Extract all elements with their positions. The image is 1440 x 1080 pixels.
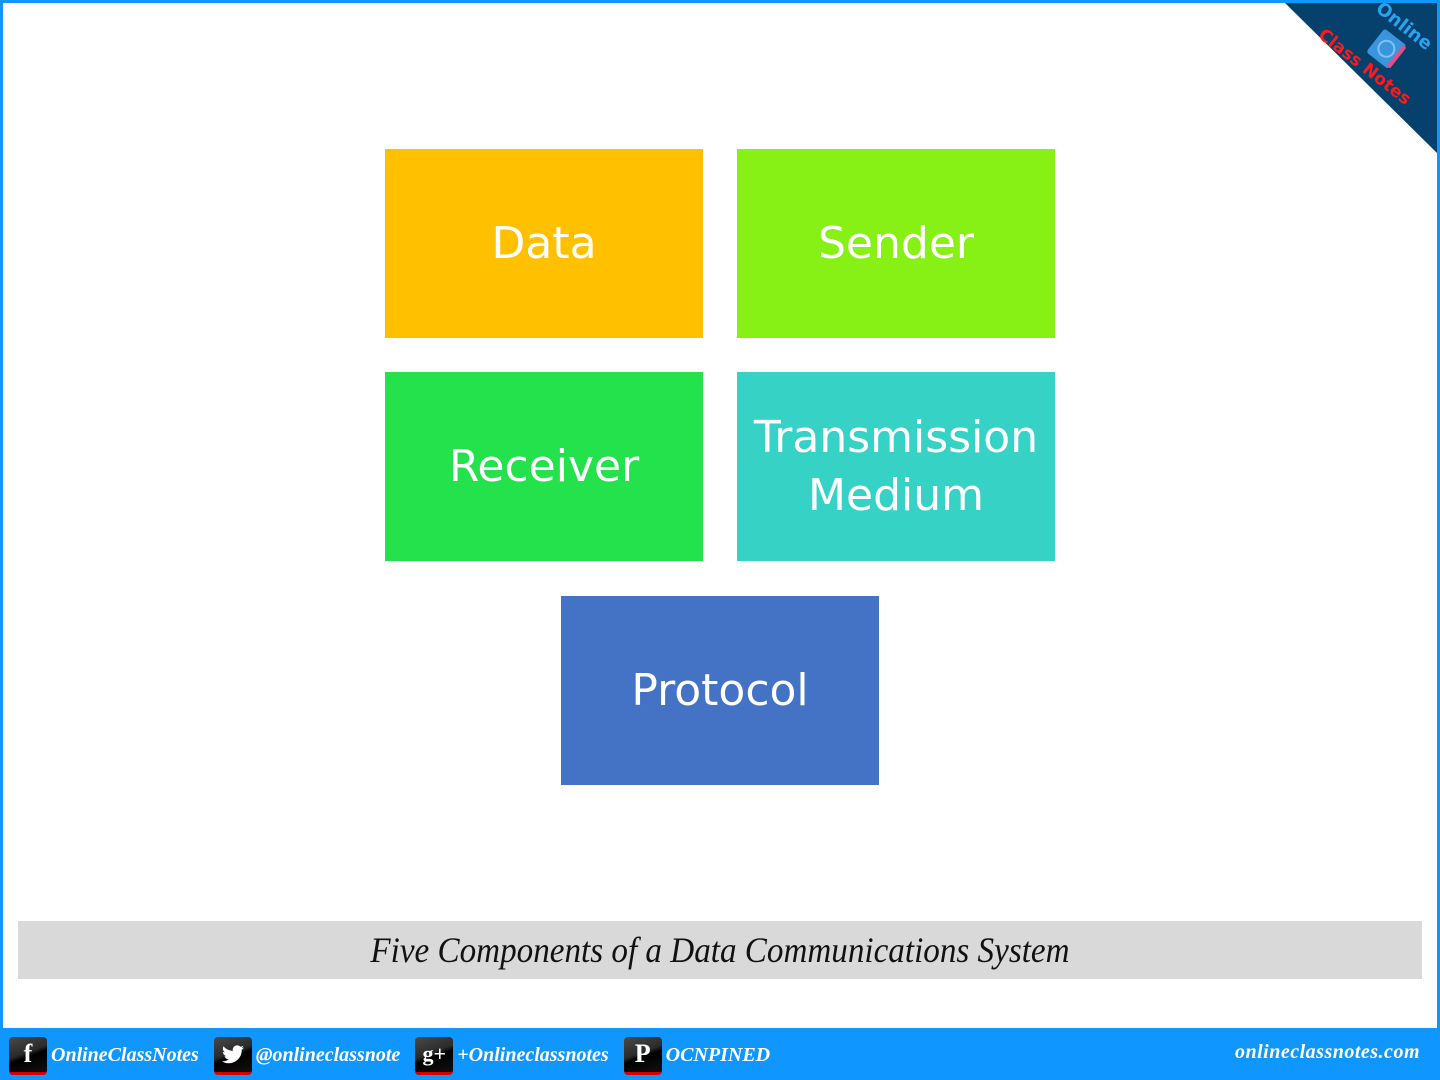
social-label: OCNPINED [665,1044,771,1066]
component-sender: Sender [737,149,1055,338]
social-facebook[interactable]: f OnlineClassNotes [9,1036,199,1075]
component-label: Receiver [448,440,640,492]
social-label: +Onlineclassnotes [457,1044,609,1066]
component-data: Data [385,149,703,338]
component-label: Protocol [631,664,809,716]
website-link[interactable]: onlineclassnotes.com [1235,1041,1420,1064]
pinterest-icon: P [623,1036,662,1075]
social-pinterest[interactable]: P OCNPINED [623,1036,771,1075]
component-protocol: Protocol [561,596,879,785]
google-plus-icon: g+ [415,1036,454,1075]
social-google-plus[interactable]: g+ +Onlineclassnotes [415,1036,609,1075]
social-twitter[interactable]: @onlineclassnote [213,1036,401,1075]
facebook-icon: f [9,1036,47,1075]
social-label: @onlineclassnote [255,1044,401,1066]
caption-bar: Five Components of a Data Communications… [18,921,1422,979]
component-receiver: Receiver [385,372,703,561]
footer-bar: f OnlineClassNotes @onlineclassnote g+ +… [0,1031,1440,1080]
social-label: OnlineClassNotes [51,1044,199,1066]
component-transmission-medium: Transmission Medium [737,372,1055,561]
twitter-bird-glyph [221,1045,244,1064]
slide-frame: Online Class Notes Data Sender Receiver … [3,3,1437,1028]
logo-ribbon-graphic: Online Class Notes [1285,3,1437,153]
online-class-notes-logo: Online Class Notes [1247,3,1437,153]
component-label: Sender [818,217,974,269]
diagram-caption: Five Components of a Data Communications… [370,930,1070,970]
component-label: Data [491,217,597,269]
twitter-icon [213,1036,252,1075]
component-label: Transmission Medium [753,411,1039,521]
